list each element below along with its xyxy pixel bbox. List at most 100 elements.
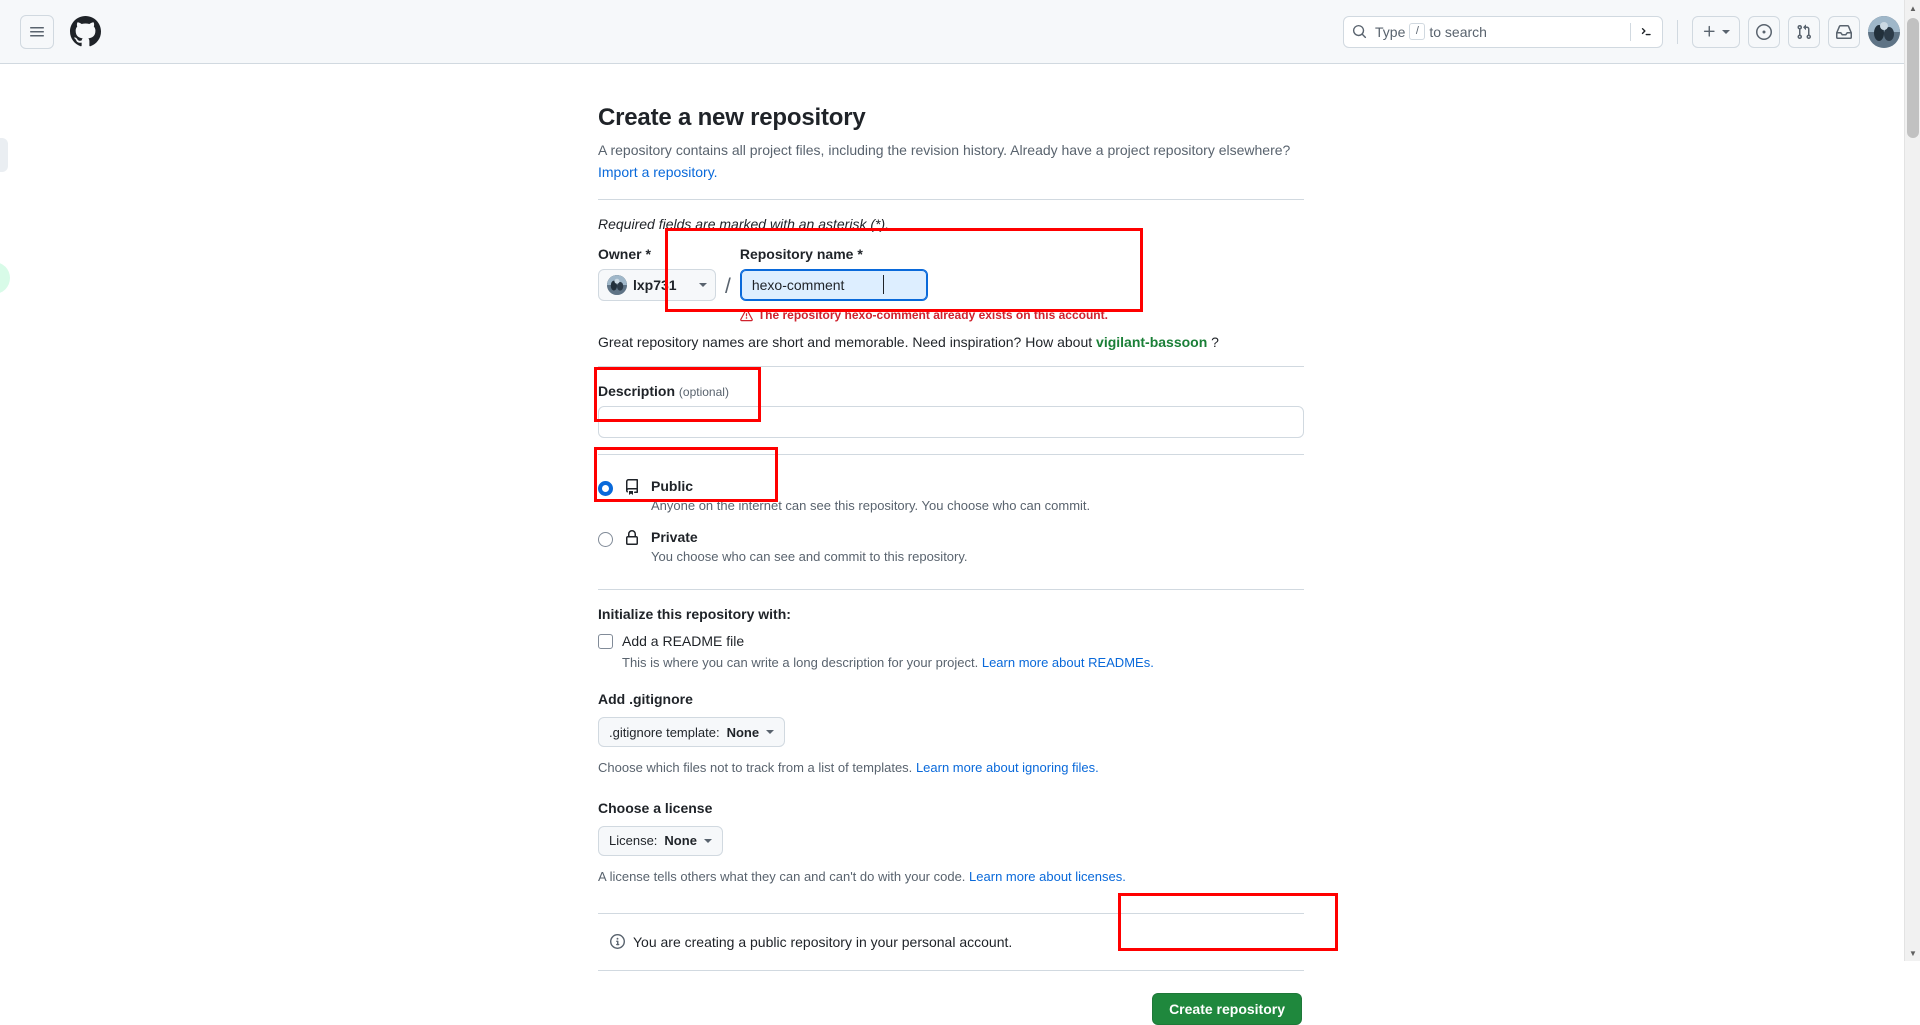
info-icon (610, 934, 625, 950)
alert-icon (739, 308, 753, 322)
repository-name-error: The repository hexo-comment already exis… (739, 308, 1304, 323)
gitignore-select-prefix: .gitignore template: (609, 724, 720, 740)
owner-label: Owner * (598, 246, 651, 263)
repository-name-input[interactable] (739, 269, 928, 302)
private-option-description: You choose who can see and commit to thi… (651, 549, 968, 565)
gitignore-section: Add .gitignore .gitignore template: None… (598, 691, 1304, 778)
divider-top (598, 199, 1304, 201)
left-edge-badge-artifact (0, 262, 10, 294)
private-option-text: Private You choose who can see and commi… (651, 528, 1304, 567)
public-option-text: Public Anyone on the internet can see th… (651, 477, 1304, 516)
public-radio[interactable] (598, 481, 613, 497)
readme-description-text: This is where you can write a long descr… (622, 655, 979, 671)
repository-name-hint-prefix: Great repository names are short and mem… (598, 334, 1093, 351)
repository-name-field: Repository name * The repository hexo-co… (739, 246, 1304, 323)
gitignore-template-select[interactable]: .gitignore template: None (598, 717, 786, 748)
search-slash-key: / (1409, 23, 1426, 40)
scrollbar-down-arrow-icon[interactable]: ▼ (1905, 945, 1920, 961)
license-helper-text: A license tells others what they can and… (598, 868, 966, 884)
description-label-text: Description (598, 383, 676, 400)
description-field: Description (optional) (598, 383, 1304, 439)
repository-name-hint: Great repository names are short and mem… (598, 334, 1304, 350)
page-description-text: A repository contains all project files,… (598, 142, 1291, 158)
visibility-group: Public Anyone on the internet can see th… (598, 471, 1304, 573)
license-heading: Choose a license (598, 799, 713, 816)
description-label: Description (optional) (598, 383, 1304, 399)
description-input[interactable] (598, 406, 1304, 439)
chevron-down-icon (699, 283, 707, 288)
license-section: Choose a license License: None A license… (598, 800, 1304, 887)
avatar[interactable] (1868, 15, 1900, 48)
initialize-section: Initialize this repository with: Add a R… (598, 606, 1304, 673)
create-repository-form: Create a new repository A repository con… (598, 104, 1304, 1025)
inbox-icon[interactable] (1828, 15, 1860, 48)
repository-name-input-wrap (739, 269, 928, 302)
page-scrollbar[interactable]: ▲ ▼ (1904, 0, 1920, 961)
readme-learn-more-link[interactable]: Learn more about READMEs. (982, 655, 1154, 670)
owner-name-separator: / (725, 275, 731, 299)
license-helper: A license tells others what they can and… (598, 868, 1304, 887)
public-option-title: Public (651, 478, 694, 495)
repository-name-label: Repository name * (739, 246, 863, 263)
page-description: A repository contains all project files,… (598, 140, 1298, 183)
page-title: Create a new repository (598, 104, 866, 131)
header-right-group: Type / to search (1343, 15, 1900, 48)
required-fields-note: Required fields are marked with an aster… (598, 216, 890, 233)
left-edge-artifact (0, 138, 8, 172)
description-optional-tag: (optional) (678, 385, 729, 400)
visibility-option-public[interactable]: Public Anyone on the internet can see th… (598, 471, 1304, 522)
gitignore-learn-more-link[interactable]: Learn more about ignoring files. (916, 760, 1099, 775)
license-select[interactable]: License: None (598, 825, 723, 856)
main-content: Create a new repository A repository con… (0, 64, 1904, 1025)
owner-and-name-row: Owner * lxp731 / Repository name * hexo-… (598, 246, 1304, 322)
github-logo-icon[interactable] (70, 16, 101, 47)
divider-before-actions (598, 969, 1304, 971)
scrollbar-up-arrow-icon[interactable]: ▲ (1905, 0, 1920, 16)
gitignore-helper-text: Choose which files not to track from a l… (598, 760, 913, 776)
license-select-prefix: License: (609, 833, 658, 849)
text-cursor (882, 275, 884, 295)
pull-request-icon[interactable] (1788, 15, 1820, 48)
divider-after-visibility (598, 589, 1304, 591)
chevron-down-icon (1722, 29, 1730, 34)
header-separator (1677, 19, 1678, 44)
search-input[interactable]: Type / to search (1343, 15, 1663, 48)
private-radio[interactable] (598, 532, 613, 548)
visibility-option-private[interactable]: Private You choose who can see and commi… (598, 522, 1304, 573)
owner-field: Owner * lxp731 (598, 246, 716, 302)
gitignore-select-value: None (726, 724, 760, 740)
search-placeholder: Type / to search (1375, 23, 1622, 40)
readme-checkbox[interactable] (598, 634, 613, 650)
repository-name-error-text: The repository hexo-comment already exis… (757, 308, 1108, 323)
repository-name-suggestion[interactable]: vigilant-bassoon (1096, 334, 1207, 350)
initialize-heading: Initialize this repository with: (598, 606, 791, 623)
chevron-down-icon (703, 838, 712, 843)
issues-circle-dot-icon[interactable] (1748, 15, 1780, 48)
visibility-notice-text: You are creating a public repository in … (633, 933, 1013, 950)
header-left-group (20, 14, 101, 49)
readme-checkbox-row[interactable]: Add a README file (598, 632, 1304, 650)
hamburger-menu-icon[interactable] (20, 14, 54, 49)
gitignore-heading: Add .gitignore (598, 691, 693, 708)
divider-after-description (598, 454, 1304, 456)
form-actions: Create repository (598, 992, 1304, 1025)
scrollbar-thumb[interactable] (1907, 18, 1919, 138)
divider-before-notice (598, 912, 1304, 914)
import-repository-link[interactable]: Import a repository. (598, 164, 718, 180)
create-new-button[interactable] (1692, 15, 1740, 48)
search-divider (1630, 22, 1631, 41)
license-select-value: None (664, 833, 697, 849)
public-option-description: Anyone on the internet can see this repo… (651, 498, 1091, 514)
license-learn-more-link[interactable]: Learn more about licenses. (969, 869, 1126, 884)
search-icon (1352, 24, 1367, 39)
lock-icon (623, 530, 641, 546)
global-header: Type / to search (0, 0, 1920, 64)
search-placeholder-suffix: to search (1429, 23, 1487, 40)
readme-description: This is where you can write a long descr… (622, 654, 1304, 673)
repo-book-icon (623, 479, 641, 496)
command-palette-icon[interactable] (1639, 24, 1654, 39)
divider-after-name (598, 366, 1304, 368)
owner-select[interactable]: lxp731 (598, 269, 716, 302)
create-repository-button[interactable]: Create repository (1152, 992, 1302, 1025)
visibility-notice: You are creating a public repository in … (598, 934, 1304, 950)
